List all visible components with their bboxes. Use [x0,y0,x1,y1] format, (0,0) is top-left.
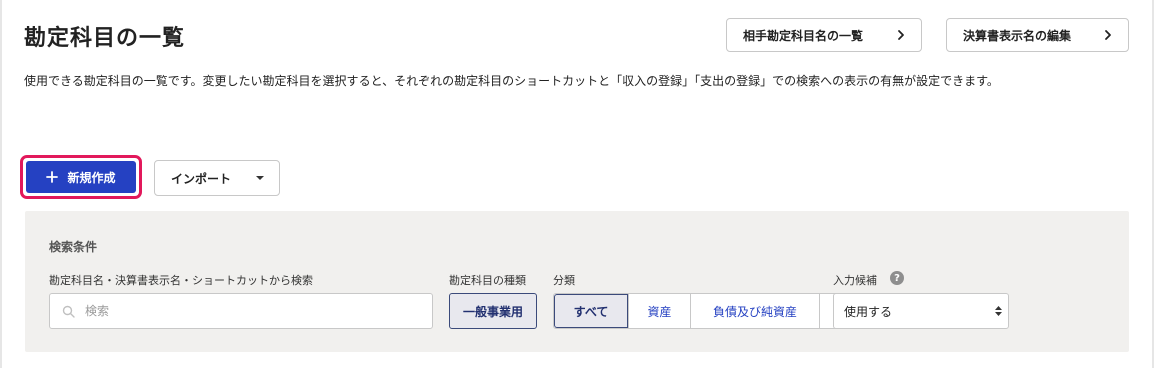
edit-statement-names-label: 決算書表示名の編集 [963,28,1072,43]
create-new-label: 新規作成 [67,170,116,185]
create-new-button[interactable]: 新規作成 [26,161,136,193]
import-label: インポート [171,171,232,186]
chevron-right-icon [1105,30,1111,40]
input-candidate-value: 使用する [844,304,893,319]
account-kind-general-toggle[interactable]: 一般事業用 [449,293,537,329]
import-dropdown-button[interactable]: インポート [154,160,280,196]
input-candidate-label: 入力候補 [833,274,877,287]
page-title: 勘定科目の一覧 [24,26,186,51]
category-liabilities-equity-tab[interactable]: 負債及び純資産 [690,294,819,328]
category-label: 分類 [553,274,575,287]
edit-statement-names-button[interactable]: 決算書表示名の編集 [946,18,1129,52]
search-conditions-panel: 検索条件 勘定科目名・決算書表示名・ショートカットから検索 勘定科目の種類 一般… [25,211,1129,352]
help-icon[interactable]: ? [890,271,904,285]
account-kind-label: 勘定科目の種類 [449,274,526,287]
search-input[interactable] [83,303,407,319]
page-frame-left [0,0,2,368]
caret-down-icon [256,176,264,180]
page-description: 使用できる勘定科目の一覧です。変更したい勘定科目を選択すると、それぞれの勘定科目… [24,74,999,88]
input-candidate-select[interactable]: 使用する [833,293,1009,329]
select-arrows-icon [995,306,1002,316]
partner-accounts-list-label: 相手勘定科目名の一覧 [743,28,864,43]
search-input-wrapper [49,293,433,329]
category-all-tab[interactable]: すべて [554,294,628,328]
partner-accounts-list-button[interactable]: 相手勘定科目名の一覧 [726,18,922,52]
search-conditions-title: 検索条件 [49,240,98,254]
search-icon [62,305,75,318]
plus-icon [46,171,59,183]
chevron-right-icon [898,30,904,40]
category-assets-tab[interactable]: 資産 [628,294,690,328]
keyword-search-label: 勘定科目名・決算書表示名・ショートカットから検索 [49,274,313,287]
